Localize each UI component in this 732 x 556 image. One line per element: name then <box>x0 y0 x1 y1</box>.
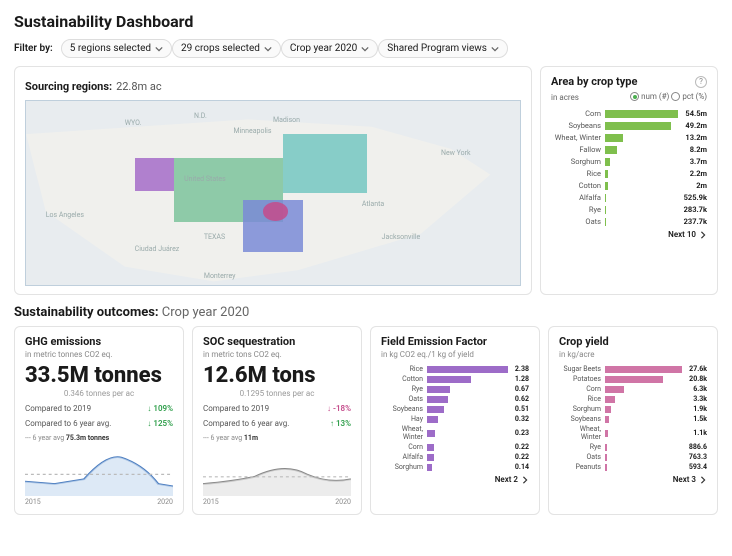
radio-num[interactable]: num (#) <box>630 92 669 101</box>
filter-chip-3[interactable]: Shared Program views <box>378 39 508 58</box>
bar-row[interactable]: Oats0.62 <box>381 395 529 403</box>
bar-row[interactable]: Wheat, Winter0.23 <box>381 425 529 441</box>
page-title: Sustainability Dashboard <box>14 12 718 31</box>
chevron-down-icon <box>155 45 163 53</box>
bar-row[interactable]: Fallow8.2m <box>551 145 707 154</box>
filter-chip-1[interactable]: 29 crops selected <box>172 39 281 58</box>
soc-delta-2019: ↓ -18% <box>327 404 351 413</box>
bar-row[interactable]: Cotton1.28 <box>381 375 529 383</box>
filter-chip-2[interactable]: Crop year 2020 <box>281 39 378 58</box>
region-colorado[interactable] <box>135 158 175 191</box>
area-title: Area by crop type <box>551 75 637 88</box>
bar-row[interactable]: Rice2.38 <box>381 365 529 373</box>
bar-row[interactable]: Corn54.5m <box>551 109 707 118</box>
soc-card: SOC sequestration in metric tons CO2 eq.… <box>192 326 362 515</box>
chevron-right-icon <box>521 476 529 484</box>
bar-row[interactable]: Potatoes20.8k <box>559 375 707 383</box>
bar-row[interactable]: Sugar Beets27.6k <box>559 365 707 373</box>
region-arkansas[interactable] <box>263 202 288 220</box>
filter-label: Filter by: <box>14 43 53 54</box>
ghg-sparkline <box>25 448 173 496</box>
bar-row[interactable]: Hay0.32 <box>381 415 529 423</box>
sourcing-regions-card: Sourcing regions: 22.8m ac WYO. Madison … <box>14 66 532 295</box>
bar-row[interactable]: Soybeans1.5k <box>559 415 707 423</box>
outcomes-heading: Sustainability outcomes: Crop year 2020 <box>14 305 718 320</box>
soc-sparkline <box>203 448 351 496</box>
help-icon[interactable]: ? <box>695 76 707 88</box>
filter-chip-0[interactable]: 5 regions selected <box>61 39 172 58</box>
area-bars: Corn54.5m Soybeans49.2m Wheat, Winter13.2m… <box>551 109 707 226</box>
ghg-value: 33.5M tonnes <box>25 363 173 388</box>
ghg-card: GHG emissions in metric tonnes CO2 eq. 3… <box>14 326 184 515</box>
bar-row[interactable]: Alfalfa525.9k <box>551 193 707 202</box>
bar-row[interactable]: Soybeans49.2m <box>551 121 707 130</box>
bar-row[interactable]: Cotton2m <box>551 181 707 190</box>
bar-row[interactable]: Sorghum1.9k <box>559 405 707 413</box>
fef-next-button[interactable]: Next 2 <box>381 475 529 484</box>
bar-row[interactable]: Peanuts593.4 <box>559 463 707 471</box>
map-value: 22.8m ac <box>116 80 162 93</box>
us-map[interactable]: WYO. Madison United States Los Angeles C… <box>25 100 521 286</box>
yield-bars: Sugar Beets27.6k Potatoes20.8k Corn6.3k Ric… <box>559 365 707 471</box>
chevron-down-icon <box>361 45 369 53</box>
chevron-right-icon <box>699 476 707 484</box>
area-next-button[interactable]: Next 10 <box>551 230 707 239</box>
bar-row[interactable]: Rye0.67 <box>381 385 529 393</box>
chevron-down-icon <box>264 45 272 53</box>
bar-row[interactable]: Soybeans0.51 <box>381 405 529 413</box>
bar-row[interactable]: Corn0.22 <box>381 443 529 451</box>
map-title: Sourcing regions: <box>25 80 112 93</box>
radio-pct[interactable]: pct (%) <box>671 92 707 101</box>
bar-row[interactable]: Alfalfa0.22 <box>381 453 529 461</box>
bar-row[interactable]: Corn6.3k <box>559 385 707 393</box>
ghg-delta-2019: ↓ 109% <box>147 404 173 413</box>
yield-next-button[interactable]: Next 3 <box>559 475 707 484</box>
chevron-down-icon <box>491 45 499 53</box>
bar-row[interactable]: Oats763.3 <box>559 453 707 461</box>
bar-row[interactable]: Oats237.7k <box>551 217 707 226</box>
chevron-right-icon <box>699 231 707 239</box>
bar-row[interactable]: Rye886.6 <box>559 443 707 451</box>
ghg-delta-avg: ↓ 125% <box>147 419 173 428</box>
filter-bar: Filter by: 5 regions selected29 crops se… <box>14 39 718 58</box>
bar-row[interactable]: Rye283.7k <box>551 205 707 214</box>
bar-row[interactable]: Wheat, Winter13.2m <box>551 133 707 142</box>
bar-row[interactable]: Sorghum3.7m <box>551 157 707 166</box>
bar-row[interactable]: Sorghum0.14 <box>381 463 529 471</box>
area-by-crop-card: Area by crop type ? in acres num (#) pct… <box>540 66 718 295</box>
fef-card: Field Emission Factor in kg CO2 eq./1 kg… <box>370 326 540 515</box>
bar-row[interactable]: Rice3.3k <box>559 395 707 403</box>
soc-delta-avg: ↑ 13% <box>330 419 351 428</box>
bar-row[interactable]: Rice2.2m <box>551 169 707 178</box>
region-illinois[interactable] <box>283 134 367 193</box>
soc-value: 12.6M tons <box>203 363 351 388</box>
fef-bars: Rice2.38 Cotton1.28 Rye0.67 Oats0.62 Soybean… <box>381 365 529 471</box>
bar-row[interactable]: Wheat, Winter1.1k <box>559 425 707 441</box>
area-unit: in acres <box>551 93 579 102</box>
yield-card: Crop yield in kg/acre Sugar Beets27.6kPo… <box>548 326 718 515</box>
